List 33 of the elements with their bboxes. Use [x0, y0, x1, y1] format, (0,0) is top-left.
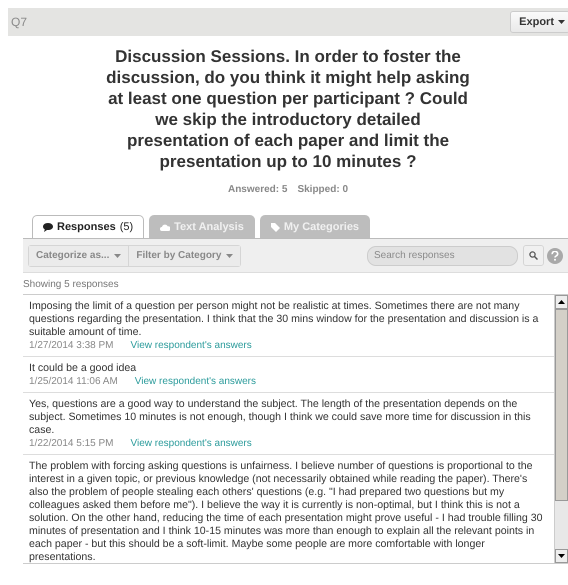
speech-bubble-icon: [43, 222, 53, 232]
caret-icon: [114, 254, 122, 258]
response-date: 1/22/2014 5:15 PM: [29, 438, 114, 449]
caret-icon: [226, 254, 234, 258]
stat-text: Skipped: 0: [297, 184, 348, 195]
down-arrow-icon: [558, 554, 565, 558]
question-title: Discussion Sessions. In order to foster the discussion, do you think it might help asking at least one question per participant ? Could we skip the introductory detailed presentation of each paper and limit the presentation up to 10 minutes ?: [105, 46, 471, 172]
tag-icon: [270, 222, 280, 232]
stat-text: Answered: 5: [228, 184, 288, 195]
respondent-link[interactable]: View respondent's answers: [130, 438, 252, 449]
response-date: 1/27/2014 3:38 PM: [29, 340, 114, 351]
caret-icon: [558, 20, 565, 24]
categorize-dropdown[interactable]: Categorize as...: [29, 246, 128, 266]
response-text: It could be a good idea: [29, 362, 138, 375]
cloud-icon: [160, 224, 170, 230]
response-count: Showing 5 responses: [23, 279, 120, 290]
question-number: Q7: [11, 15, 28, 29]
help-button[interactable]: [547, 248, 563, 264]
response-text: The problem with forcing asking questions is unfairness. I believe number of questions is proportional to the interest in a given topic, or previous knowledge (not necessarily obtained while reading the paper). There's also the problem of people stealing each others' questions (e.g. "I had prepared two questions but my colleagues asked them before me"). I believe the way it is currently is non-optimal, but I think this is not a solution. On the other hand, reducing the time of each presentation might prove useful - I had trouble filling 30 minutes of presentation and I think 10-15 minutes was more than enough to explain all the relevant points in each paper - but this should be a soft-limit. Maybe some people are more comfortable with longer presentations.: [29, 460, 544, 563]
help-icon: [551, 250, 559, 260]
filter-dropdown[interactable]: Filter by Category: [128, 246, 240, 266]
response-text: Yes, questions are a good way to understand the subject. The length of the presentation depends on the subject. Sometimes 10 minutes is not enough, though I think we could save more time for discussion in this case.: [29, 398, 532, 437]
search-field[interactable]: Search responses: [367, 246, 518, 266]
export-button[interactable]: Export: [510, 11, 568, 33]
search-button[interactable]: [523, 245, 544, 266]
search-icon: [529, 251, 538, 260]
respondent-link[interactable]: View respondent's answers: [130, 340, 252, 351]
response-text: Imposing the limit of a question per person might not be realistic at times. Sometimes there are not many questions regarding the presentation. I think that the 30 mins window for the presentation and discussion is a suitable amount of time.: [29, 300, 540, 339]
up-arrow-icon: [558, 300, 565, 304]
tab[interactable]: Responses (5): [32, 215, 144, 238]
scrollbar[interactable]: [554, 295, 568, 563]
response-date: 1/25/2014 11:06 AM: [29, 376, 118, 387]
respondent-link[interactable]: View respondent's answers: [134, 376, 256, 387]
